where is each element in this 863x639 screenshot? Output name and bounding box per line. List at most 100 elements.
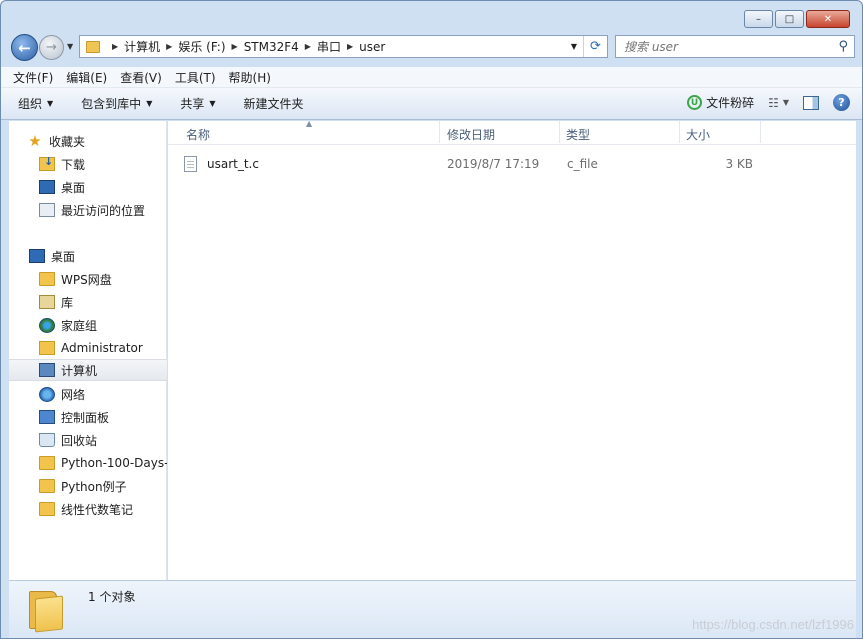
close-button[interactable]: ✕	[806, 10, 850, 28]
sidebar-item-administrator[interactable]: Administrator	[39, 337, 167, 359]
folder-icon	[39, 502, 55, 516]
sidebar-item-label: 最近访问的位置	[61, 203, 146, 218]
sidebar-item-label: 收藏夹	[49, 134, 86, 149]
details-pane: 1 个对象 https://blog.csdn.net/lzf1996	[9, 580, 856, 638]
sidebar-item-linear-algebra-notes[interactable]: 线性代数笔记	[39, 498, 167, 520]
user-folder-icon	[39, 341, 55, 355]
breadcrumb-separator-icon[interactable]: ▶	[305, 42, 311, 51]
sidebar-item-computer[interactable]: 计算机	[9, 359, 167, 381]
sidebar-item-recent-places[interactable]: 最近访问的位置	[39, 199, 167, 221]
file-type: c_file	[567, 157, 598, 171]
wps-shred-button[interactable]: U 文件粉碎	[687, 94, 754, 111]
navigation-bar: ← → ▼ ▶ 计算机 ▶ 娱乐 (F:) ▶ STM32F4 ▶ 串口 ▶ u…	[1, 31, 862, 65]
sidebar-item-recycle-bin[interactable]: 回收站	[39, 429, 167, 451]
explorer-window: – □ ✕ ← → ▼ ▶ 计算机 ▶ 娱乐 (F:) ▶ STM32F4 ▶ …	[0, 0, 863, 639]
sidebar-item-label: 下载	[61, 157, 86, 172]
column-divider[interactable]	[679, 121, 680, 143]
star-icon: ★	[28, 132, 42, 150]
back-arrow-icon: ←	[18, 38, 31, 57]
chevron-down-icon: ▼	[782, 98, 789, 107]
menu-edit[interactable]: 编辑(E)	[66, 69, 107, 86]
sidebar-item-label: 回收站	[61, 433, 98, 448]
computer-icon	[39, 363, 55, 377]
breadcrumb-separator-icon[interactable]: ▶	[166, 42, 172, 51]
column-headers: ▲ 名称 修改日期 类型 大小	[168, 119, 856, 145]
item-count: 1 个对象	[88, 590, 136, 604]
breadcrumb-separator-icon[interactable]: ▶	[347, 42, 353, 51]
recent-places-icon	[39, 203, 55, 217]
sidebar-item-network[interactable]: 网络	[39, 383, 167, 405]
sidebar-item-libraries[interactable]: 库	[39, 291, 167, 313]
file-name[interactable]: usart_t.c	[207, 157, 259, 171]
sidebar-item-label: 桌面	[51, 249, 76, 264]
new-folder-button[interactable]: 新建文件夹	[244, 95, 304, 112]
breadcrumb-stm32f4[interactable]: STM32F4	[244, 40, 299, 54]
new-folder-label: 新建文件夹	[243, 97, 304, 111]
column-header-size[interactable]: 大小	[686, 126, 710, 143]
chevron-down-icon: ▼	[146, 99, 153, 108]
sidebar-item-control-panel[interactable]: 控制面板	[39, 406, 167, 428]
file-modified: 2019/8/7 17:19	[447, 157, 540, 171]
sidebar-item-label: 计算机	[61, 363, 98, 378]
back-button[interactable]: ←	[11, 34, 38, 61]
folder-icon	[39, 272, 55, 286]
folder-icon	[86, 40, 100, 53]
refresh-icon: ⟳	[590, 39, 601, 54]
help-icon: ?	[838, 96, 845, 109]
chevron-down-icon: ▼	[209, 99, 216, 108]
menu-file[interactable]: 文件(F)	[13, 69, 53, 86]
sidebar-item-wps-cloud[interactable]: WPS网盘	[39, 268, 167, 290]
refresh-button[interactable]: ⟳	[583, 36, 607, 57]
network-icon	[39, 386, 55, 402]
sidebar-item-desktop[interactable]: 桌面	[29, 245, 167, 267]
breadcrumb-drive-f[interactable]: 娱乐 (F:)	[178, 38, 225, 55]
column-header-modified[interactable]: 修改日期	[447, 126, 495, 143]
minimize-button[interactable]: –	[744, 10, 773, 28]
breadcrumb-separator-icon[interactable]: ▶	[232, 42, 238, 51]
breadcrumb-computer[interactable]: 计算机	[124, 38, 160, 55]
control-panel-icon	[39, 410, 55, 424]
sidebar-item-python-100-days[interactable]: Python-100-Days-m	[39, 452, 167, 474]
menu-tools[interactable]: 工具(T)	[175, 69, 216, 86]
help-button[interactable]: ?	[833, 94, 850, 111]
sidebar-item-favorites[interactable]: ★ 收藏夹	[27, 130, 167, 152]
address-history-dropdown[interactable]: ▼	[571, 42, 577, 51]
recent-pages-dropdown[interactable]: ▼	[67, 42, 73, 51]
change-view-button[interactable]: ☷ ▼	[768, 96, 789, 110]
sidebar-item-downloads[interactable]: 下载	[39, 153, 167, 175]
address-bar[interactable]: ▶ 计算机 ▶ 娱乐 (F:) ▶ STM32F4 ▶ 串口 ▶ user ▼ …	[79, 35, 608, 58]
column-divider[interactable]	[439, 121, 440, 143]
search-input[interactable]	[624, 39, 824, 54]
sidebar-item-label: 库	[61, 295, 74, 310]
column-divider[interactable]	[760, 121, 761, 143]
breadcrumb-separator-icon[interactable]: ▶	[112, 42, 118, 51]
sidebar-item-homegroup[interactable]: 家庭组	[39, 314, 167, 336]
preview-pane-button[interactable]	[803, 95, 819, 110]
menu-bar: 文件(F) 编辑(E) 查看(V) 工具(T) 帮助(H)	[1, 67, 862, 88]
downloads-folder-icon	[39, 155, 55, 171]
toolbar-right: U 文件粉碎 ☷ ▼ ?	[687, 94, 850, 111]
forward-button[interactable]: →	[39, 35, 64, 60]
column-header-type[interactable]: 类型	[566, 126, 590, 143]
include-in-library-button[interactable]: 包含到库中 ▼	[81, 95, 152, 112]
sidebar-item-desktop-fav[interactable]: 桌面	[39, 176, 167, 198]
maximize-button[interactable]: □	[775, 10, 804, 28]
column-header-name[interactable]: 名称	[186, 126, 210, 143]
menu-view[interactable]: 查看(V)	[120, 69, 162, 86]
search-box: ⚲	[615, 35, 855, 58]
file-size: 3 KB	[725, 157, 753, 171]
breadcrumb-user[interactable]: user	[359, 40, 385, 54]
sidebar-item-label: 网络	[61, 387, 86, 402]
share-button[interactable]: 共享 ▼	[180, 95, 215, 112]
sidebar-item-python-examples[interactable]: Python例子	[39, 475, 167, 497]
sidebar-item-label: 线性代数笔记	[61, 502, 134, 517]
c-file-icon	[184, 156, 197, 172]
menu-help[interactable]: 帮助(H)	[229, 69, 271, 86]
share-label: 共享	[180, 97, 205, 111]
file-row[interactable]: usart_t.c 2019/8/7 17:19 c_file 3 KB	[184, 153, 784, 175]
column-divider[interactable]	[559, 121, 560, 143]
breadcrumb-serial[interactable]: 串口	[317, 38, 341, 55]
organize-button[interactable]: 组织 ▼	[18, 95, 53, 112]
search-icon[interactable]: ⚲	[838, 39, 848, 54]
watermark: https://blog.csdn.net/lzf1996	[692, 617, 854, 632]
